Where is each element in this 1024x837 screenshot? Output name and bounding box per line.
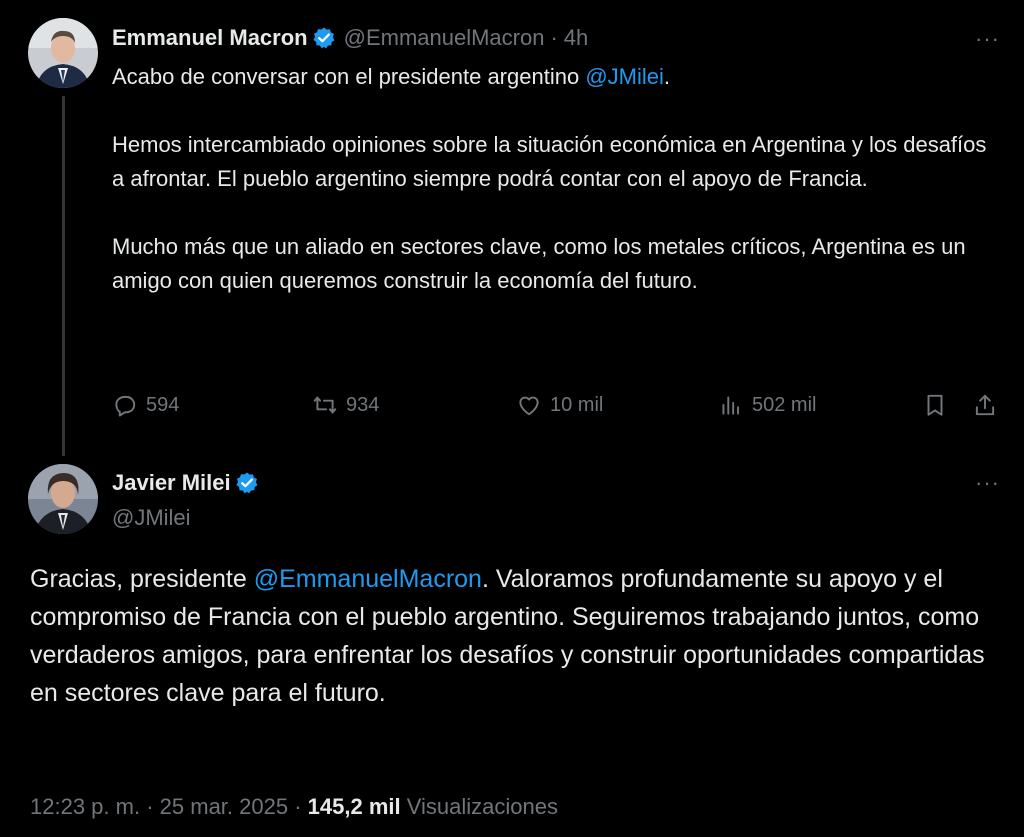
share-icon bbox=[975, 394, 995, 416]
repost-count: 934 bbox=[346, 393, 380, 416]
views-label: Visualizaciones bbox=[406, 794, 558, 819]
bookmark-button[interactable] bbox=[922, 392, 956, 418]
heart-icon bbox=[519, 396, 539, 416]
verified-badge-icon bbox=[235, 471, 259, 495]
tweet1-body: Acabo de conversar con el presidente arg… bbox=[112, 60, 992, 332]
author-name[interactable]: Emmanuel Macron bbox=[112, 25, 308, 51]
tweet2-body: Gracias, presidente @EmmanuelMacron. Val… bbox=[30, 565, 985, 707]
separator-dot: · bbox=[294, 794, 302, 819]
avatar-milei[interactable] bbox=[28, 464, 98, 534]
reply-button[interactable]: 594 bbox=[112, 392, 179, 418]
mention-link[interactable]: @EmmanuelMacron bbox=[254, 565, 482, 593]
repost-icon bbox=[313, 396, 337, 414]
post-time[interactable]: 12:23 p. m. bbox=[30, 794, 140, 819]
post-date[interactable]: 25 mar. 2025 bbox=[160, 794, 288, 819]
tweet2-header: Javier Milei bbox=[112, 470, 259, 496]
verified-badge-icon bbox=[312, 26, 336, 50]
mention-link[interactable]: @JMilei bbox=[585, 64, 664, 89]
author-name[interactable]: Javier Milei bbox=[112, 470, 231, 496]
reply-icon bbox=[115, 395, 136, 417]
tweet1-header: Emmanuel Macron @EmmanuelMacron · 4h bbox=[112, 25, 588, 51]
separator-dot: · bbox=[550, 25, 558, 50]
reply-count: 594 bbox=[146, 393, 180, 416]
tweet1-paragraph-2: Hemos intercambiado opiniones sobre la s… bbox=[112, 132, 987, 191]
avatar-macron[interactable] bbox=[28, 18, 98, 88]
bookmark-icon bbox=[927, 394, 943, 416]
like-button[interactable]: 10 mil bbox=[516, 392, 603, 418]
tweet1-paragraph-1: Acabo de conversar con el presidente arg… bbox=[112, 64, 670, 89]
views-count: 502 mil bbox=[752, 393, 817, 416]
analytics-icon bbox=[722, 396, 740, 415]
views-button[interactable]: 502 mil bbox=[718, 392, 816, 418]
author-handle[interactable]: @JMilei bbox=[112, 505, 191, 531]
thread-line bbox=[62, 96, 65, 456]
tweet2-meta: 12:23 p. m. · 25 mar. 2025 · 145,2 mil V… bbox=[30, 794, 558, 820]
tweet1-paragraph-3: Mucho más que un aliado en sectores clav… bbox=[112, 234, 966, 293]
views-count: 145,2 mil bbox=[307, 794, 401, 819]
author-handle[interactable]: @EmmanuelMacron bbox=[344, 25, 545, 51]
like-count: 10 mil bbox=[550, 393, 604, 416]
tweet1-actions: 594 934 10 mil 502 mil bbox=[112, 392, 1002, 426]
more-options-icon[interactable]: ··· bbox=[975, 26, 1000, 52]
post-time[interactable]: 4h bbox=[564, 25, 588, 51]
repost-button[interactable]: 934 bbox=[312, 392, 379, 418]
tweet2-handle-row: @JMilei bbox=[112, 505, 191, 531]
more-options-icon[interactable]: ··· bbox=[975, 470, 1000, 496]
share-button[interactable] bbox=[972, 392, 1006, 418]
separator-dot: · bbox=[146, 794, 154, 819]
